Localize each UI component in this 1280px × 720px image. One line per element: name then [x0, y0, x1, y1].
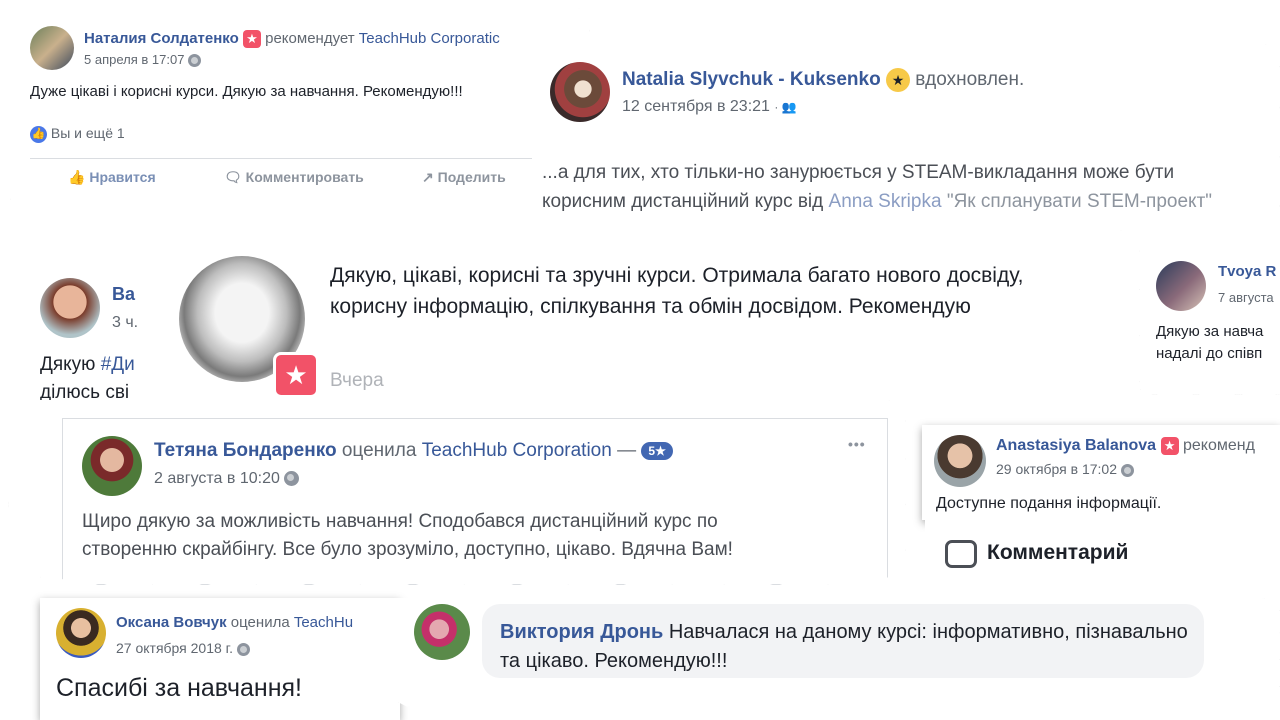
page-link[interactable]: TeachHub Corporation [422, 440, 612, 461]
author-name[interactable]: Тетяна Бондаренко [154, 440, 337, 461]
review-card-balanova: Anastasiya Balanova ★ рекоменд 29 октябр… [922, 425, 1280, 520]
post-date[interactable]: 3 ч. [112, 314, 138, 332]
post-date[interactable]: 7 августа [1218, 290, 1274, 305]
recommend-badge-icon: ★ [273, 352, 319, 398]
like-button-label: Нравится [89, 169, 156, 185]
review-text: Дякую [40, 354, 101, 375]
review-text-block: ...а для тих, хто тільки-но занурюється … [542, 158, 1242, 216]
author-name[interactable]: Tvoya R [1218, 263, 1276, 280]
review-text-end: "Як спланувати STEM-проект" [941, 191, 1213, 212]
globe-icon [284, 471, 300, 487]
action-text: рекоменд [1182, 437, 1255, 455]
review-card-soldatenko: Наталия Солдатенко ★ рекомендует TeachHu… [10, 8, 590, 209]
comment-button-label: Комментировать [245, 169, 364, 185]
author-name[interactable]: Anastasiya Balanova [996, 437, 1156, 454]
post-date[interactable]: 2 августа в 10:20 [154, 470, 280, 487]
author-name[interactable]: Наталия Солдатенко [84, 30, 239, 47]
divider [30, 158, 570, 159]
review-text: Дякую, цікаві, корисні та зручні курси. … [330, 264, 1024, 318]
review-card-dron: Виктория Дронь Навчалася на даному курсі… [398, 598, 1280, 708]
comment-header[interactable]: Комментарий [987, 541, 1128, 565]
avatar[interactable] [40, 278, 100, 338]
like-icon: 👍 [30, 125, 47, 143]
action-text: оценила [230, 614, 290, 631]
hashtag-link[interactable]: #Ди [101, 354, 135, 375]
author-name[interactable]: Ва [112, 284, 135, 305]
author-name[interactable]: Оксана Вовчук [116, 614, 227, 631]
comment-header-card: Комментарий [925, 520, 1280, 598]
review-text: Спасибі за навчання! [56, 674, 302, 702]
action-text: оценила [341, 440, 417, 461]
recommend-star-icon: ★ [242, 30, 261, 49]
comment-bubble-icon [945, 540, 977, 568]
thumbs-up-icon: 👍 [68, 169, 86, 185]
author-name[interactable]: Виктория Дронь [500, 621, 663, 643]
post-date[interactable]: 12 сентября в 23:21 [622, 98, 770, 115]
post-date[interactable]: Вчера [330, 370, 384, 392]
feeling-emoji-icon: ★ [886, 68, 910, 92]
review-text: Щиро дякую за можливість навчання! Сподо… [82, 511, 733, 560]
likes-count[interactable]: Вы и ещё 1 [51, 125, 125, 141]
mention-link[interactable]: Anna Skripka [829, 191, 942, 212]
share-button[interactable]: ↗ Поделить [422, 169, 506, 186]
avatar[interactable] [550, 62, 610, 122]
page-link[interactable]: TeachHu [294, 614, 353, 631]
feeling-text: вдохновлен. [915, 69, 1025, 91]
avatar[interactable] [30, 26, 74, 70]
avatar[interactable] [56, 608, 106, 658]
share-button-label: Поделить [437, 169, 506, 185]
review-card-vovchuk: Оксана Вовчук оценила TeachHu 27 октября… [40, 598, 400, 720]
avatar[interactable] [1156, 261, 1206, 311]
author-name[interactable]: Natalia Slyvchuk - Kuksenko [622, 69, 881, 90]
page-link[interactable]: TeachHub Corporatic [359, 30, 500, 47]
review-card-center: ★ Дякую, цікаві, корисні та зручні курси… [155, 230, 1140, 419]
comment-button[interactable]: 🗨 Комментировать [224, 169, 364, 186]
review-text: Дякую за навча надалі до співп [1156, 323, 1264, 362]
more-options-icon[interactable]: ••• [848, 436, 866, 452]
action-text: рекомендует [265, 30, 355, 47]
review-card-bondarenko: Тетяна Бондаренко оценила TeachHub Corpo… [40, 400, 906, 587]
rating-badge: 5★ [641, 441, 673, 460]
friends-icon: · 👥 [774, 100, 797, 114]
review-card-slyvchuk: Natalia Slyvchuk - Kuksenko ★ вдохновлен… [532, 44, 1280, 245]
recommend-star-icon: ★ [1160, 437, 1179, 455]
review-text: Доступне подання інформації. [936, 495, 1162, 512]
avatar[interactable] [934, 435, 986, 487]
globe-icon [188, 54, 202, 68]
share-icon: ↗ [422, 169, 434, 185]
globe-icon [1120, 463, 1134, 477]
like-button[interactable]: 👍 Нравится [68, 169, 156, 186]
comment-icon: 🗨 [224, 169, 242, 185]
post-date[interactable]: 27 октября 2018 г. [116, 640, 233, 656]
post-date[interactable]: 29 октября в 17:02 [996, 461, 1117, 477]
avatar[interactable] [82, 436, 142, 496]
avatar[interactable] [414, 604, 470, 660]
dash-separator: — [617, 440, 637, 461]
review-text: Дуже цікаві і корисні курси. Дякую за на… [30, 83, 463, 100]
globe-icon [236, 642, 250, 656]
post-date[interactable]: 5 апреля в 17:07 [84, 52, 184, 67]
review-card-tvoya: Tvoya R 7 августа Дякую за навча надалі … [1140, 245, 1280, 395]
